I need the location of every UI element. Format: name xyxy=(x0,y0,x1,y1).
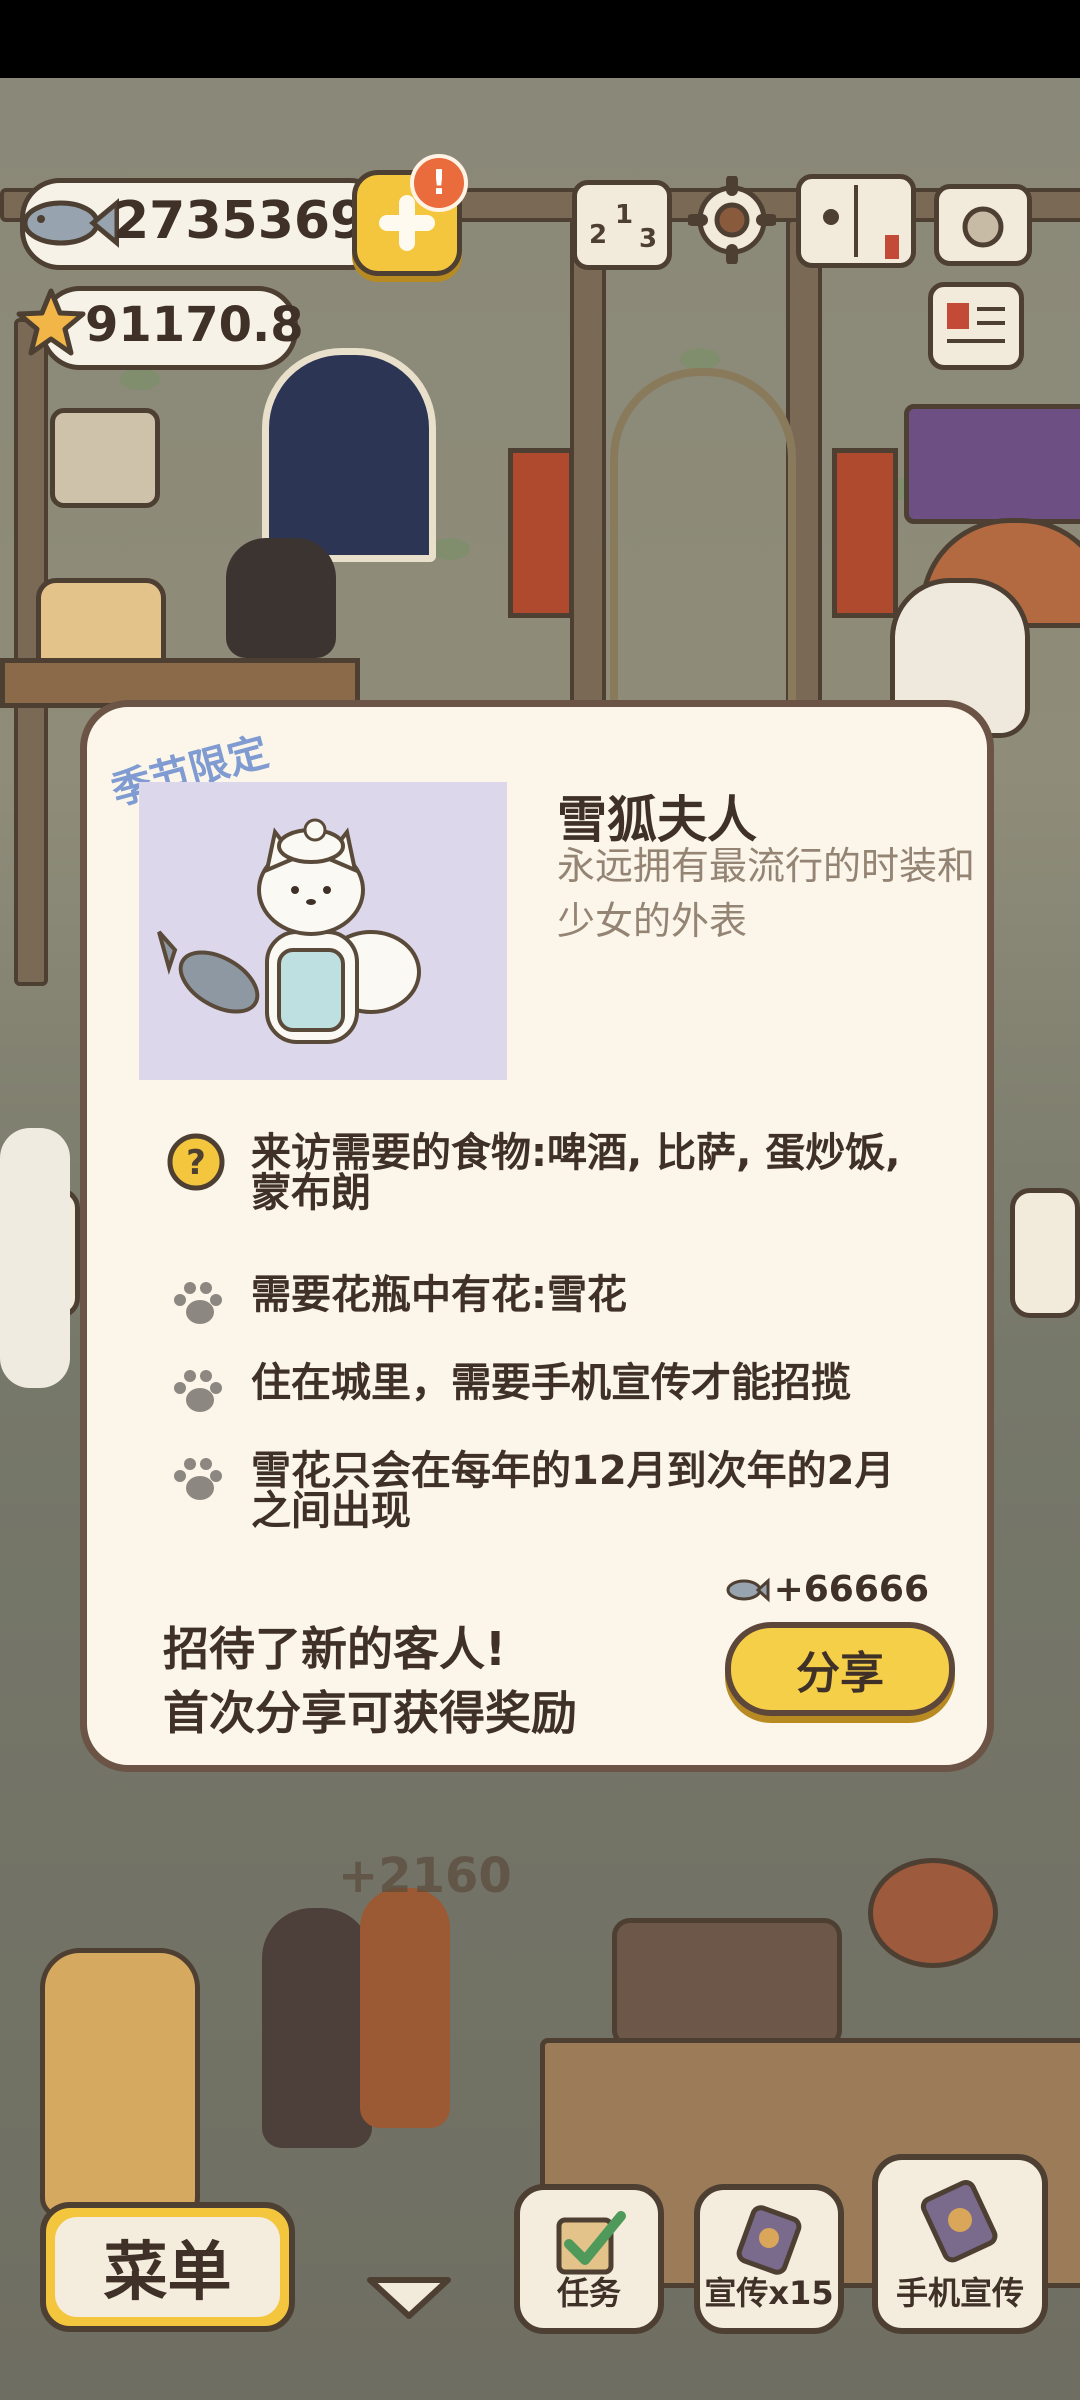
checkbox-icon xyxy=(556,2211,626,2275)
requirement-flower: 需要花瓶中有花:雪花 xyxy=(167,1275,931,1333)
leaf-decoration xyxy=(680,348,720,370)
phone-icon xyxy=(920,2179,998,2263)
svg-text:?: ? xyxy=(186,1143,206,1183)
star-currency-pill: 91170.8 xyxy=(16,286,304,370)
paw-icon xyxy=(167,1275,225,1333)
question-icon: ? xyxy=(167,1133,225,1191)
chevron-down-icon[interactable] xyxy=(364,2272,454,2322)
deer-customer xyxy=(360,1888,450,2128)
tasks-button[interactable]: 任务 xyxy=(514,2184,664,2334)
gear-icon[interactable] xyxy=(686,174,778,266)
status-bar xyxy=(0,0,1080,78)
share-button[interactable]: 分享 xyxy=(725,1622,955,1716)
guest-portrait xyxy=(139,782,507,1080)
menu-button[interactable]: 菜单 xyxy=(40,2202,295,2332)
leaf-decoration xyxy=(430,538,470,560)
fish-icon xyxy=(22,198,119,248)
requirement-text: 需要花瓶中有花:雪花 xyxy=(251,1272,627,1318)
star-icon xyxy=(16,288,86,356)
paw-icon xyxy=(167,1451,225,1509)
requirement-text: 雪花只会在每年的12月到次年的2月之间出现 xyxy=(251,1448,895,1534)
phone-promo-label: 手机宣传 xyxy=(895,2274,1024,2312)
guest-description: 永远拥有最流行的时装和少女的外表 xyxy=(557,844,976,943)
ranking-icon[interactable]: 213 xyxy=(572,180,672,270)
share-reward-message: 首次分享可获得奖励 xyxy=(163,1686,577,1740)
svg-text:2: 2 xyxy=(589,220,607,250)
red-banner xyxy=(832,448,898,618)
newspaper-icon[interactable] xyxy=(928,282,1024,370)
star-count: 91170.8 xyxy=(85,297,304,353)
right-arrow-button[interactable] xyxy=(1010,1188,1080,1318)
phone-promo-icon xyxy=(736,2205,802,2275)
black-cat-customer xyxy=(226,538,336,658)
floating-income: +2160 xyxy=(338,1848,512,1904)
new-guest-message: 招待了新的客人! xyxy=(163,1622,506,1676)
alert-badge: ! xyxy=(410,154,468,212)
fish-count: 2735369 xyxy=(113,191,367,251)
fish-icon xyxy=(726,1577,770,1602)
requirement-text: 来访需要的食物:啤酒, 比萨, 蛋炒饭, 蒙布朗 xyxy=(251,1130,901,1216)
book-icon[interactable] xyxy=(796,174,916,268)
phone-promo-button[interactable]: 手机宣传 xyxy=(872,2154,1048,2334)
camera-icon[interactable] xyxy=(934,184,1032,266)
requirement-text: 住在城里，需要手机宣传才能招揽 xyxy=(251,1360,851,1406)
fish-currency-pill: 2735369 xyxy=(20,178,390,270)
new-guest-dialog: 季节限定 雪狐夫人 永远拥有最流行的时装和少女的外表 ? 来访需要的食物:啤酒,… xyxy=(80,700,994,1772)
menu-button-label: 菜单 xyxy=(55,2217,280,2317)
red-banner xyxy=(508,448,574,618)
bear-customer xyxy=(262,1908,372,2148)
requirement-season: 雪花只会在每年的12月到次年的2月之间出现 xyxy=(167,1451,931,1531)
water-dispenser xyxy=(40,1948,200,2218)
requirement-food: ? 来访需要的食物:啤酒, 比萨, 蛋炒饭, 蒙布朗 xyxy=(167,1133,931,1213)
cat-customer-back xyxy=(0,1128,70,1388)
svg-text:1: 1 xyxy=(615,200,633,230)
tea-table xyxy=(612,1918,842,2048)
svg-text:3: 3 xyxy=(639,224,657,254)
purple-flag xyxy=(904,404,1080,524)
teapot xyxy=(868,1858,998,1968)
share-reward: +66666 xyxy=(724,1569,929,1610)
leaf-decoration xyxy=(120,368,160,390)
requirement-city: 住在城里，需要手机宣传才能招揽 xyxy=(167,1363,931,1421)
shop-icon[interactable] xyxy=(50,408,160,508)
snow-fox-illustration xyxy=(157,818,421,1044)
reward-amount: +66666 xyxy=(773,1569,929,1610)
paw-icon xyxy=(167,1363,225,1421)
promo-button[interactable]: 宣传x15 xyxy=(694,2184,844,2334)
night-window xyxy=(262,348,436,562)
